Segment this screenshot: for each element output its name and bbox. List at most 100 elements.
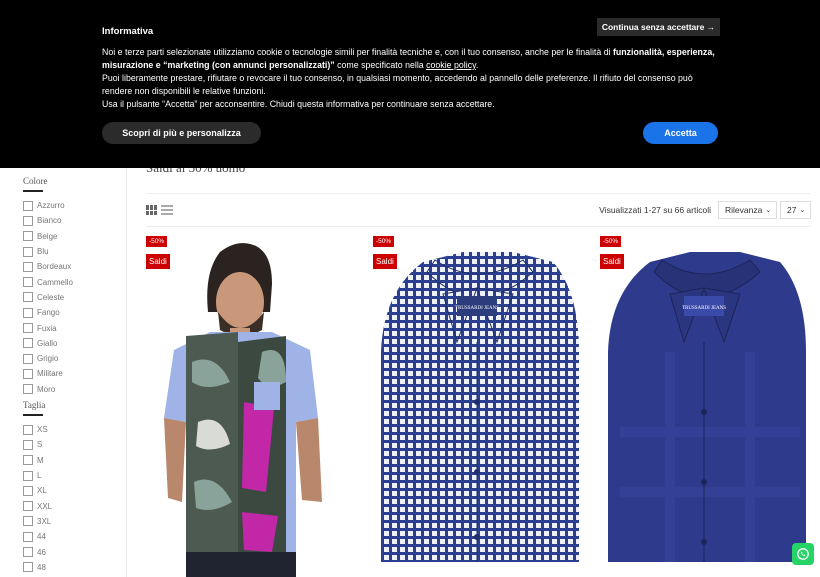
cookie-policy-link[interactable]: cookie policy (426, 60, 476, 70)
checkbox[interactable] (23, 439, 33, 450)
brand-label: TRUSSARDI JEANS (455, 306, 499, 311)
discount-badge: -50% (146, 236, 168, 247)
checkbox[interactable] (23, 261, 33, 272)
color-filter-option[interactable]: Cammello (23, 274, 73, 289)
checkbox[interactable] (23, 323, 33, 334)
checkbox[interactable] (23, 384, 33, 395)
sort-select-label: Rilevanza (725, 205, 763, 215)
color-filter-option-label: Celeste (37, 292, 65, 302)
size-filter-option[interactable]: L (23, 468, 52, 483)
checkbox[interactable] (23, 292, 33, 303)
color-filter-option[interactable]: Celeste (23, 290, 73, 305)
cookie-consent-banner: Informativa Continua senza accettare → N… (0, 0, 820, 168)
color-filter-option-label: Cammello (37, 277, 74, 287)
size-filter-option[interactable]: 48 (23, 560, 52, 575)
color-filter-option-label: Fuxia (37, 323, 57, 333)
brand-label: TRUSSARDI JEANS (682, 306, 726, 311)
learn-more-customize-button[interactable]: Scopri di più e personalizza (102, 122, 261, 144)
color-filter-option[interactable]: Azzurro (23, 198, 73, 213)
checkbox[interactable] (23, 338, 33, 349)
product-image[interactable]: TRUSSARDI JEANS (600, 232, 815, 577)
checkbox[interactable] (23, 368, 33, 379)
checkbox[interactable] (23, 485, 33, 496)
color-filter-option[interactable]: Fango (23, 305, 73, 320)
sale-badge: Saldi (600, 254, 624, 269)
size-filter-option-label: L (37, 471, 42, 481)
checkbox[interactable] (23, 307, 33, 318)
grid-view-icon[interactable] (146, 205, 158, 215)
color-filter-option-label: Militare (37, 369, 63, 379)
whatsapp-button[interactable] (792, 543, 814, 565)
checkbox[interactable] (23, 200, 33, 211)
size-filter-option[interactable]: S (23, 437, 52, 452)
discount-badge: -50% (373, 236, 395, 247)
sale-badge: Saldi (146, 254, 170, 269)
accept-button[interactable]: Accetta (643, 122, 718, 144)
checkbox[interactable] (23, 424, 33, 435)
color-filter-option[interactable]: Militare (23, 366, 73, 381)
sort-select[interactable]: Rilevanza ⌄ (718, 201, 777, 219)
color-filter-option[interactable]: Blu (23, 244, 73, 259)
product-card[interactable]: TRUSSARDI JEANS -50% Saldi (373, 232, 588, 577)
filter-color-title: Colore (23, 176, 48, 192)
listing-toolbar: Visualizzati 1-27 su 66 articoli Rilevan… (146, 193, 811, 227)
color-filter-option-label: Bordeaux (37, 262, 72, 272)
per-page-select[interactable]: 27 ⌄ (780, 201, 811, 219)
product-image[interactable]: TRUSSARDI JEANS (373, 232, 588, 577)
size-filter-option-label: S (37, 440, 43, 450)
color-filter-option[interactable]: Bordeaux (23, 259, 73, 274)
color-filter-option[interactable]: Bianco (23, 213, 73, 228)
size-filter-option-label: M (37, 455, 44, 465)
color-filter-option-label: Bianco (37, 216, 62, 226)
checkbox[interactable] (23, 215, 33, 226)
size-filter-option[interactable]: XS (23, 422, 52, 437)
color-filter-option-label: Giallo (37, 338, 58, 348)
continue-without-accepting-button[interactable]: Continua senza accettare → (597, 18, 720, 36)
color-filter-option-label: Moro (37, 384, 56, 394)
size-filter-option[interactable]: 44 (23, 529, 52, 544)
checkbox[interactable] (23, 562, 33, 573)
size-filter-option[interactable]: M (23, 453, 52, 468)
list-view-icon[interactable] (161, 205, 173, 215)
size-filter-option-label: 46 (37, 547, 46, 557)
banner-paragraph-3: Usa il pulsante “Accetta” per acconsenti… (102, 99, 495, 109)
banner-title: Informativa (102, 26, 154, 37)
checkbox[interactable] (23, 547, 33, 558)
results-count: Visualizzati 1-27 su 66 articoli (599, 205, 711, 215)
size-filter-option-label: XL (37, 486, 47, 496)
color-filter-option-label: Fango (37, 308, 60, 318)
checkbox[interactable] (23, 470, 33, 481)
product-image[interactable] (146, 232, 361, 577)
banner-paragraph-2: Puoi liberamente prestare, rifiutare o r… (102, 73, 693, 96)
checkbox[interactable] (23, 231, 33, 242)
filter-size-title: Taglia (23, 400, 45, 416)
checkbox[interactable] (23, 277, 33, 288)
color-filter-option-label: Beige (37, 231, 58, 241)
checkbox[interactable] (23, 501, 33, 512)
size-filter-option[interactable]: 3XL (23, 514, 52, 529)
product-card[interactable]: -50% Saldi (146, 232, 361, 577)
color-filter-list: Azzurro Bianco Beige Blu Bordeaux Cammello Cel… (23, 198, 73, 397)
color-filter-option[interactable]: Beige (23, 229, 73, 244)
size-filter-option[interactable]: 46 (23, 544, 52, 559)
product-card[interactable]: TRUSSARDI JEANS -50% Saldi (600, 232, 815, 577)
checkbox[interactable] (23, 353, 33, 364)
color-filter-option[interactable]: Giallo (23, 336, 73, 351)
color-filter-option-label: Azzurro (37, 201, 65, 211)
size-filter-option-label: XS (37, 425, 48, 435)
checkbox[interactable] (23, 246, 33, 257)
checkbox[interactable] (23, 455, 33, 466)
filters-sidebar: Colore Azzurro Bianco Beige Blu Bordeaux Camm… (0, 168, 127, 577)
size-filter-option-label: 48 (37, 562, 46, 572)
discount-badge: -50% (600, 236, 622, 247)
checkbox[interactable] (23, 516, 33, 527)
size-filter-option[interactable]: XXL (23, 498, 52, 513)
color-filter-option[interactable]: Grigio (23, 351, 73, 366)
chevron-down-icon: ⌄ (765, 207, 772, 214)
color-filter-option[interactable]: Moro (23, 382, 73, 397)
color-filter-option[interactable]: Fuxia (23, 320, 73, 335)
size-filter-option[interactable]: XL (23, 483, 52, 498)
size-filter-option-label: 44 (37, 532, 46, 542)
checkbox[interactable] (23, 531, 33, 542)
banner-paragraph-1: Noi e terze parti selezionate utilizziam… (102, 47, 715, 70)
